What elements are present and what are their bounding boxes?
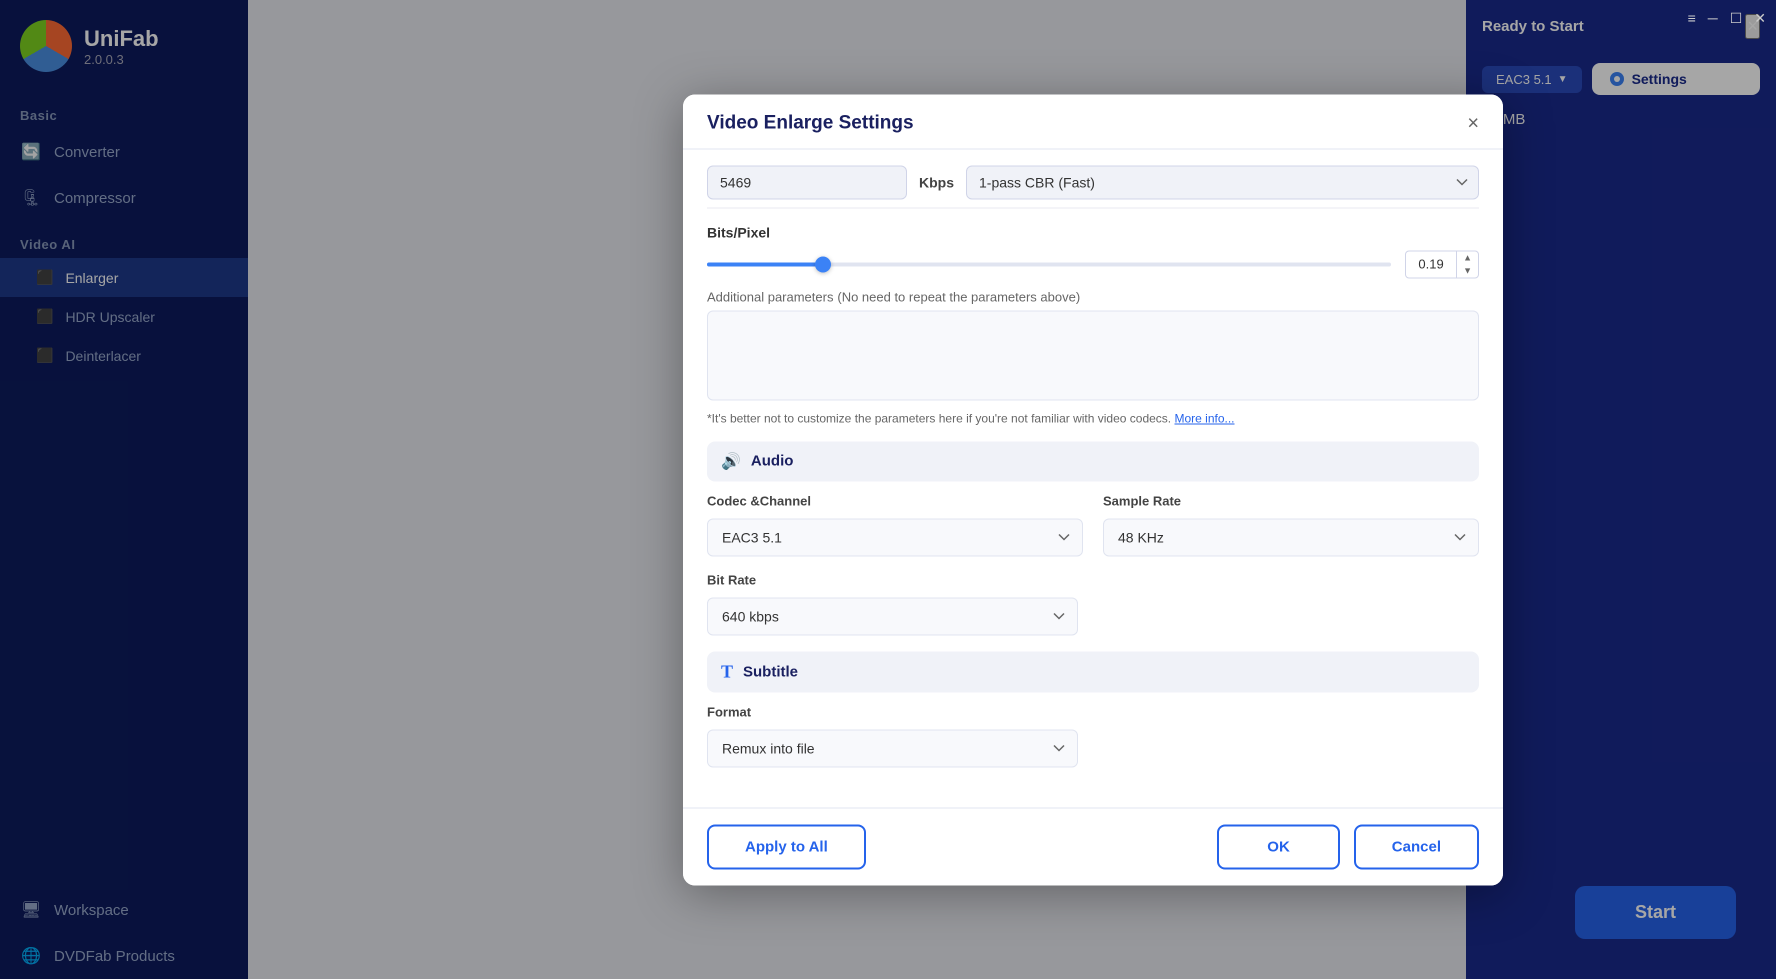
format-group: Format Remux into file External file Bur… [707, 704, 1078, 767]
codec-channel-select[interactable]: EAC3 5.1 AAC 2.0 AC3 5.1 [707, 518, 1083, 556]
audio-section-divider: 🔊 Audio [707, 441, 1479, 481]
minimize-icon[interactable]: ─ [1708, 10, 1718, 27]
sample-rate-group: Sample Rate 48 KHz 44.1 KHz 96 KHz [1103, 493, 1479, 556]
dialog-close-button[interactable]: × [1467, 113, 1479, 133]
more-info-link[interactable]: More info... [1174, 411, 1234, 425]
slider-thumb[interactable] [815, 256, 831, 272]
bits-pixel-value-box: 0.19 ▲ ▼ [1405, 250, 1479, 278]
slider-fill [707, 262, 823, 266]
video-enlarge-settings-dialog: Video Enlarge Settings × Kbps 1-pass CBR… [683, 94, 1503, 885]
bits-pixel-value: 0.19 [1406, 253, 1456, 276]
close-window-icon[interactable]: ✕ [1754, 10, 1766, 27]
footer-right-buttons: OK Cancel [1217, 824, 1479, 869]
dialog-header: Video Enlarge Settings × [683, 94, 1503, 149]
codec-sample-row: Codec &Channel EAC3 5.1 AAC 2.0 AC3 5.1 … [707, 493, 1479, 556]
bits-pixel-slider-row: 0.19 ▲ ▼ [707, 250, 1479, 278]
bit-rate-select[interactable]: 640 kbps 320 kbps 192 kbps [707, 597, 1078, 635]
additional-params-textarea[interactable] [707, 310, 1479, 400]
bit-rate-label: Bit Rate [707, 572, 1078, 587]
sample-rate-select[interactable]: 48 KHz 44.1 KHz 96 KHz [1103, 518, 1479, 556]
cancel-button[interactable]: Cancel [1354, 824, 1479, 869]
bits-pixel-track[interactable] [707, 262, 1391, 266]
ok-button[interactable]: OK [1217, 824, 1340, 869]
subtitle-section-divider: T Subtitle [707, 651, 1479, 692]
encoding-mode-select[interactable]: 1-pass CBR (Fast) 2-pass VBR CRF [966, 165, 1479, 199]
subtitle-section-title: Subtitle [743, 663, 798, 680]
slider-up-arrow[interactable]: ▲ [1457, 251, 1478, 264]
audio-section-title: Audio [751, 453, 794, 470]
maximize-icon[interactable]: ☐ [1730, 10, 1743, 27]
bit-rate-group: Bit Rate 640 kbps 320 kbps 192 kbps [707, 572, 1078, 635]
format-label: Format [707, 704, 1078, 719]
dialog-footer: Apply to All OK Cancel [683, 807, 1503, 885]
format-select[interactable]: Remux into file External file Burn-in [707, 729, 1078, 767]
apply-all-button[interactable]: Apply to All [707, 824, 866, 869]
slider-down-arrow[interactable]: ▼ [1457, 264, 1478, 277]
additional-note: *It's better not to customize the parame… [707, 411, 1479, 425]
dialog-title: Video Enlarge Settings [707, 112, 914, 134]
bits-pixel-label: Bits/Pixel [707, 224, 1479, 240]
bitrate-input[interactable] [707, 165, 907, 199]
bitrate-top-row: Kbps 1-pass CBR (Fast) 2-pass VBR CRF [707, 149, 1479, 208]
bitrate-row: Bit Rate 640 kbps 320 kbps 192 kbps [707, 572, 1479, 635]
dialog-body: Kbps 1-pass CBR (Fast) 2-pass VBR CRF Bi… [683, 149, 1503, 807]
codec-channel-group: Codec &Channel EAC3 5.1 AAC 2.0 AC3 5.1 [707, 493, 1083, 556]
codec-channel-label: Codec &Channel [707, 493, 1083, 508]
subtitle-icon: T [721, 661, 733, 682]
slider-arrows: ▲ ▼ [1456, 251, 1478, 277]
additional-params-label: Additional parameters (No need to repeat… [707, 288, 1479, 304]
menu-icon[interactable]: ≡ [1688, 10, 1696, 27]
window-controls: ≡ ─ ☐ ✕ [1688, 10, 1766, 27]
sample-rate-label: Sample Rate [1103, 493, 1479, 508]
audio-icon: 🔊 [721, 451, 741, 471]
bitrate-unit-label: Kbps [919, 174, 954, 190]
